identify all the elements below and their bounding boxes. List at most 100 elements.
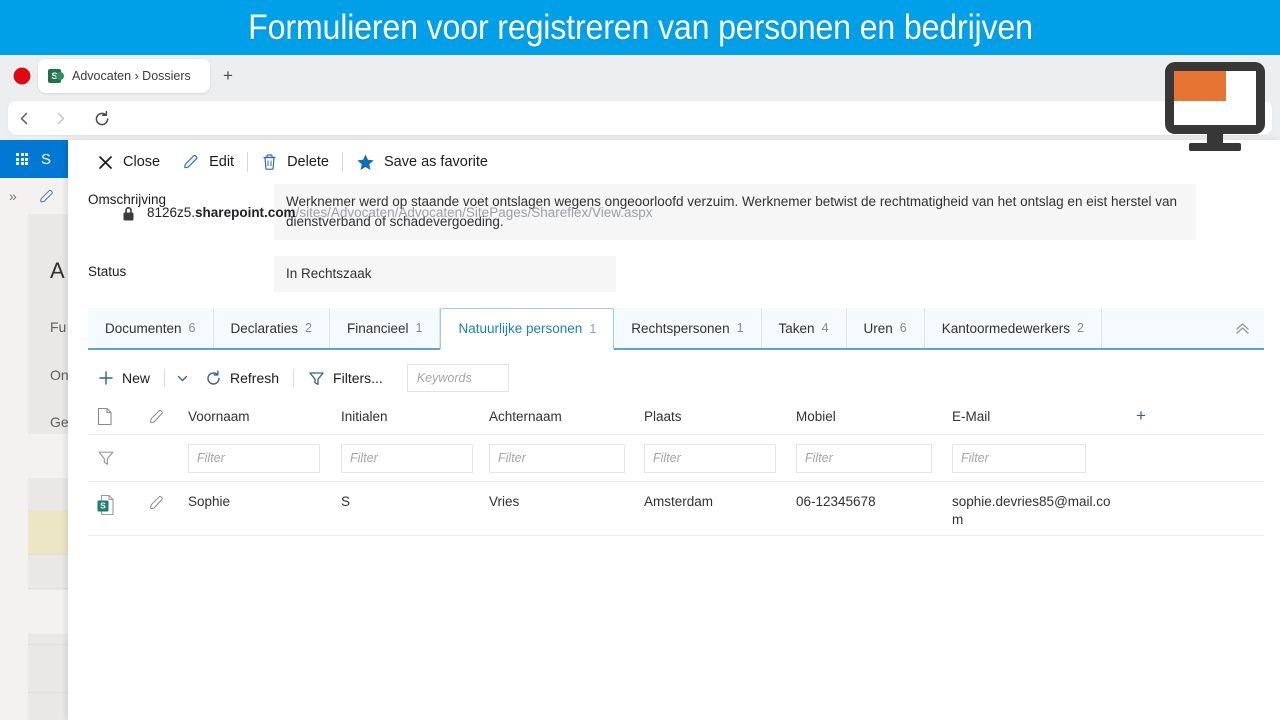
- opera-logo-icon: [11, 65, 33, 87]
- tab-label: Rechtspersonen: [631, 320, 730, 336]
- expand-nav-button[interactable]: »: [9, 188, 17, 204]
- edit-button[interactable]: Edit: [171, 140, 245, 184]
- tab-count: 1: [736, 321, 744, 335]
- cell-email: sophie.devries85@mail.com: [952, 494, 1111, 527]
- new-dropdown-chevron-down-icon[interactable]: [169, 363, 195, 393]
- tab-declaraties[interactable]: Declaraties 2: [214, 308, 330, 348]
- list-toolbar: New Refresh Filters... Keywords: [88, 358, 1264, 398]
- column-header-doc-icon: [88, 398, 140, 434]
- tab-taken[interactable]: Taken 4: [762, 308, 847, 348]
- grid-filter-row: [88, 434, 1264, 482]
- tab-count: 2: [305, 321, 312, 335]
- filter-input-plaats[interactable]: [644, 443, 776, 473]
- add-column-button[interactable]: +: [1122, 398, 1182, 434]
- tab-count: 1: [415, 321, 423, 335]
- filter-row-funnel-icon[interactable]: [88, 440, 140, 476]
- url-host: sharepoint.com: [195, 205, 296, 220]
- page-banner: Formulieren voor registreren van persone…: [0, 0, 1280, 55]
- tab-kantoormedewerkers[interactable]: Kantoormedewerkers 2: [925, 308, 1102, 348]
- background-heading: A: [50, 258, 65, 283]
- tab-count: 4: [821, 321, 829, 335]
- filter-input-initialen[interactable]: [341, 443, 473, 473]
- tab-label: Uren: [863, 320, 893, 336]
- funnel-icon: [308, 370, 325, 387]
- related-items-grid: Voornaam Initialen Achternaam Plaats Mob…: [88, 398, 1264, 536]
- related-items-tabstrip: Documenten 6 Declaraties 2 Financieel 1 …: [88, 308, 1264, 350]
- delete-button[interactable]: Delete: [250, 140, 340, 184]
- new-button[interactable]: New: [88, 362, 160, 394]
- close-button[interactable]: Close: [86, 140, 171, 184]
- tab-count: 6: [899, 321, 907, 335]
- form-row-spacer: [68, 240, 1280, 256]
- column-header-edit-icon: [140, 398, 188, 434]
- pencil-icon: [182, 153, 200, 171]
- tab-rechtspersonen[interactable]: Rechtspersonen 1: [614, 308, 762, 348]
- refresh-button[interactable]: Refresh: [195, 362, 289, 394]
- reload-button[interactable]: [88, 105, 116, 133]
- background-nav-item-1[interactable]: On: [50, 367, 69, 383]
- dialog-command-bar: Close Edit Delete Save as favorite: [68, 140, 1280, 184]
- filter-input-email[interactable]: [952, 443, 1086, 473]
- pencil-icon[interactable]: [38, 188, 55, 205]
- tab-label: Documenten: [105, 320, 182, 336]
- close-button-label: Close: [123, 154, 161, 170]
- chevron-double-up-icon[interactable]: [1220, 308, 1264, 348]
- column-header-initialen[interactable]: Initialen: [341, 398, 489, 434]
- browser-tab-title: Advocaten › Dossiers: [72, 69, 191, 83]
- forward-button: [46, 105, 74, 133]
- tab-documenten[interactable]: Documenten 6: [88, 308, 214, 348]
- filter-row-spacer: [140, 440, 188, 476]
- star-icon: [356, 153, 375, 172]
- save-as-favorite-label: Save as favorite: [384, 154, 488, 170]
- refresh-button-label: Refresh: [230, 370, 280, 386]
- column-header-plaats[interactable]: Plaats: [644, 398, 796, 434]
- filters-button[interactable]: Filters...: [298, 362, 393, 394]
- url-host-prefix: 8126z5.: [147, 205, 196, 220]
- tab-natuurlijke-personen[interactable]: Natuurlijke personen 1: [440, 308, 615, 350]
- column-header-achternaam[interactable]: Achternaam: [489, 398, 644, 434]
- tab-uren[interactable]: Uren 6: [847, 308, 925, 348]
- filter-input-mobiel[interactable]: [796, 443, 932, 473]
- grid-header-row: Voornaam Initialen Achternaam Plaats Mob…: [88, 398, 1264, 434]
- sharepoint-document-icon[interactable]: S: [88, 493, 140, 516]
- row-edit-pencil-icon[interactable]: [140, 493, 188, 511]
- browser-chrome: S Advocaten › Dossiers + 8126z5.sharepoi…: [0, 55, 1280, 221]
- trash-icon: [261, 153, 278, 171]
- column-header-mobiel[interactable]: Mobiel: [796, 398, 952, 434]
- filter-input-voornaam[interactable]: [188, 443, 320, 473]
- back-button[interactable]: [10, 105, 38, 133]
- tab-label: Financieel: [346, 320, 409, 336]
- browser-tab[interactable]: S Advocaten › Dossiers: [38, 59, 210, 93]
- url-input[interactable]: [8, 101, 1272, 135]
- divider: [164, 369, 166, 387]
- plus-icon: [98, 370, 114, 386]
- banner-title: Formulieren voor registreren van persone…: [247, 7, 1033, 47]
- column-header-voornaam[interactable]: Voornaam: [188, 398, 341, 434]
- tab-label: Declaraties: [230, 320, 299, 336]
- background-nav-item-0[interactable]: Fu: [50, 319, 66, 335]
- tab-count: 6: [188, 321, 196, 335]
- delete-button-label: Delete: [287, 154, 329, 170]
- edit-button-label: Edit: [209, 154, 235, 170]
- background-nav-item-2[interactable]: Ge: [50, 414, 69, 430]
- save-as-favorite-button[interactable]: Save as favorite: [345, 140, 499, 184]
- cell-achternaam: Vries: [489, 494, 520, 509]
- column-header-email[interactable]: E-Mail: [952, 398, 1122, 434]
- cell-initialen: S: [341, 494, 351, 509]
- field-value-status: In Rechtszaak: [274, 256, 616, 292]
- filters-button-label: Filters...: [333, 370, 383, 386]
- lock-icon: [122, 206, 135, 222]
- tab-count: 2: [1077, 321, 1084, 335]
- tab-label: Kantoormedewerkers: [941, 320, 1071, 336]
- keywords-search-input[interactable]: [406, 364, 509, 392]
- table-row[interactable]: S Sophie S Vries Amsterdam 06-12345678 s…: [88, 482, 1264, 536]
- browser-tabstrip: S Advocaten › Dossiers +: [0, 55, 1280, 97]
- close-icon: [97, 154, 114, 171]
- new-tab-button[interactable]: +: [218, 66, 238, 86]
- browser-urlbar-row: 8126z5.sharepoint.com/sites/Advocaten/Ad…: [0, 97, 1280, 221]
- filter-input-achternaam[interactable]: [489, 443, 625, 473]
- tab-financieel[interactable]: Financieel 1: [330, 308, 441, 348]
- app-launcher-icon[interactable]: [16, 153, 28, 165]
- divider: [247, 152, 249, 172]
- monitor-screencast-icon: [1157, 58, 1273, 153]
